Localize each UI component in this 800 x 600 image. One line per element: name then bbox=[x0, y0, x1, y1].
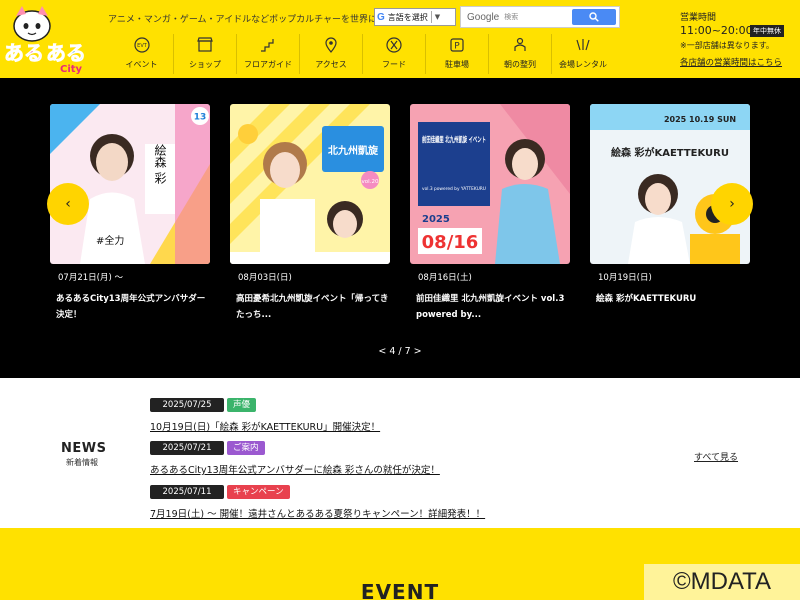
hours-time: 11:00~20:00 bbox=[680, 24, 753, 37]
nav-item-parking[interactable]: P 駐車場 bbox=[425, 34, 488, 74]
poster-date: 2025 10.19 SUN bbox=[664, 115, 736, 124]
poster-title: 前田佳織里 北九州凱旋 イベント bbox=[422, 134, 486, 144]
food-icon bbox=[386, 37, 402, 53]
google-g-icon: G bbox=[377, 11, 385, 23]
carousel-slide[interactable]: 北九州凱旋 vol.20 08月03日(日) 高田憂希北九州凱旋イベント「帰って… bbox=[230, 104, 390, 323]
news-item[interactable]: 2025/07/25 声優 10月19日(日)「絵森 彩がKAETTEKURU」開… bbox=[150, 398, 380, 433]
news-link[interactable]: あるあるCity13周年公式アンバサダーに絵森 彩さんの就任が決定！ bbox=[150, 462, 440, 476]
chevron-left-icon: ‹ bbox=[65, 196, 71, 212]
slide-date: 08月03日(日) bbox=[238, 273, 292, 283]
news-item[interactable]: 2025/07/11 キャンペーン 7月19日(土) ～ 開催！遠井さんとあるある… bbox=[150, 485, 485, 520]
svg-text:City: City bbox=[60, 64, 83, 75]
stairs-icon bbox=[261, 39, 274, 52]
carousel-pager[interactable]: < 4 / 7 > bbox=[0, 346, 800, 357]
map-pin-icon bbox=[325, 37, 337, 53]
featured-carousel: #全力 絵森 彩 13 07月21日(月) ～ あるあるCity13周年公式アン… bbox=[0, 78, 800, 378]
nav-item-morning-queue[interactable]: 朝の整列 bbox=[488, 34, 551, 74]
slide-date: 07月21日(月) ～ bbox=[58, 273, 123, 283]
news-link[interactable]: 7月19日(土) ～ 開催！遠井さんとあるある夏祭りキャンペーン！詳細発表！！ bbox=[150, 506, 485, 520]
svg-text:ある: ある bbox=[46, 41, 86, 65]
venue-icon bbox=[576, 39, 590, 51]
svg-text:#全力: #全力 bbox=[96, 234, 124, 247]
hours-label: 営業時間 bbox=[680, 13, 717, 23]
carousel-next-button[interactable]: › bbox=[711, 183, 753, 225]
poster-year: 2025 bbox=[422, 214, 450, 225]
language-select-label: 言語を選択 bbox=[387, 12, 428, 22]
slide-banner-text: 北九州凱旋 bbox=[328, 144, 379, 157]
search-button[interactable] bbox=[572, 9, 616, 25]
news-date: 2025/07/25 bbox=[150, 398, 224, 412]
news-category-badge: ご案内 bbox=[227, 441, 265, 455]
open-every-day-badge: 年中無休 bbox=[750, 25, 784, 37]
news-item[interactable]: 2025/07/21 ご案内 あるあるCity13周年公式アンバサダーに絵森 彩さ… bbox=[150, 441, 440, 476]
slide-date: 10月19日(日) bbox=[598, 273, 652, 283]
anniversary-badge: 13 bbox=[194, 113, 207, 123]
main-nav: EVT イベント ショップ フロアガイド アクセス フード P 駐車場 朝の整列 bbox=[110, 34, 614, 74]
nav-item-shop[interactable]: ショップ bbox=[173, 34, 236, 74]
nav-item-venue-rental[interactable]: 会場レンタル bbox=[551, 34, 614, 74]
nav-item-access[interactable]: アクセス bbox=[299, 34, 362, 74]
slide-image: 前田佳織里 北九州凱旋 イベント vol.3 powered by YATTEK… bbox=[410, 104, 570, 264]
news-date: 2025/07/21 bbox=[150, 441, 224, 455]
queue-icon bbox=[514, 37, 526, 51]
news-category-badge: キャンペーン bbox=[227, 485, 290, 499]
slide-title: 高田憂希北九州凱旋イベント「帰ってきたっち... bbox=[236, 294, 389, 320]
poster-name: 絵森 彩がKAETTEKURU bbox=[611, 146, 729, 159]
carousel-slide[interactable]: 前田佳織里 北九州凱旋 イベント vol.3 powered by YATTEK… bbox=[410, 104, 570, 323]
news-category-badge: 声優 bbox=[227, 398, 257, 412]
news-date: 2025/07/11 bbox=[150, 485, 224, 499]
site-tagline: アニメ・マンガ・ゲーム・アイドルなどポップカルチャーを世界に発信！ bbox=[108, 15, 405, 25]
poster-date: 08/16 bbox=[422, 232, 479, 253]
site-header: ある ある City アニメ・マンガ・ゲーム・アイドルなどポップカルチャーを世界… bbox=[0, 0, 800, 78]
slide-title: 絵森 彩がKAETTEKURU bbox=[596, 294, 697, 304]
search-input[interactable]: 検索 bbox=[504, 12, 572, 22]
nav-item-floor-guide[interactable]: フロアガイド bbox=[236, 34, 299, 74]
svg-text:P: P bbox=[454, 42, 460, 52]
watermark: ©MDATA bbox=[644, 564, 800, 600]
nav-item-food[interactable]: フード bbox=[362, 34, 425, 74]
news-see-all-link[interactable]: すべて見る bbox=[694, 450, 738, 463]
slide-date: 08月16日(土) bbox=[418, 273, 472, 283]
nav-item-event[interactable]: EVT イベント bbox=[110, 34, 173, 74]
poster-subtitle: vol.3 powered by YATTEKURU bbox=[422, 186, 486, 191]
slide-title: あるあるCity13周年公式アンバサダー決定！ bbox=[56, 294, 206, 320]
language-select[interactable]: G 言語を選択 ▼ bbox=[374, 8, 456, 26]
slide-name-text: 絵森 彩 bbox=[153, 143, 167, 184]
search-icon bbox=[589, 12, 599, 22]
news-subheading: 新着情報 bbox=[66, 458, 98, 467]
site-logo[interactable]: ある ある City bbox=[2, 4, 100, 76]
search-brand: Google bbox=[467, 11, 500, 23]
slide-vol: vol.20 bbox=[362, 179, 379, 185]
parking-icon: P bbox=[450, 38, 464, 52]
chevron-right-icon: › bbox=[729, 196, 735, 212]
site-search: Google 検索 bbox=[460, 6, 620, 28]
ticket-icon: EVT bbox=[133, 37, 150, 53]
news-heading: NEWS bbox=[61, 441, 107, 456]
divider bbox=[430, 11, 432, 23]
shop-icon bbox=[197, 37, 213, 52]
chevron-down-icon: ▼ bbox=[434, 13, 441, 21]
store-hours-link[interactable]: 各店舗の営業時間はこちら bbox=[680, 56, 782, 68]
news-link[interactable]: 10月19日(日)「絵森 彩がKAETTEKURU」開催決定！ bbox=[150, 419, 380, 433]
svg-text:EVT: EVT bbox=[137, 43, 148, 49]
svg-text:ある: ある bbox=[4, 41, 44, 65]
hours-note: ※一部店舗は異なります。 bbox=[680, 41, 774, 50]
slide-image: 北九州凱旋 vol.20 bbox=[230, 104, 390, 264]
carousel-prev-button[interactable]: ‹ bbox=[47, 183, 89, 225]
slide-title: 前田佳織里 北九州凱旋イベント vol.3 powered by... bbox=[416, 294, 565, 320]
